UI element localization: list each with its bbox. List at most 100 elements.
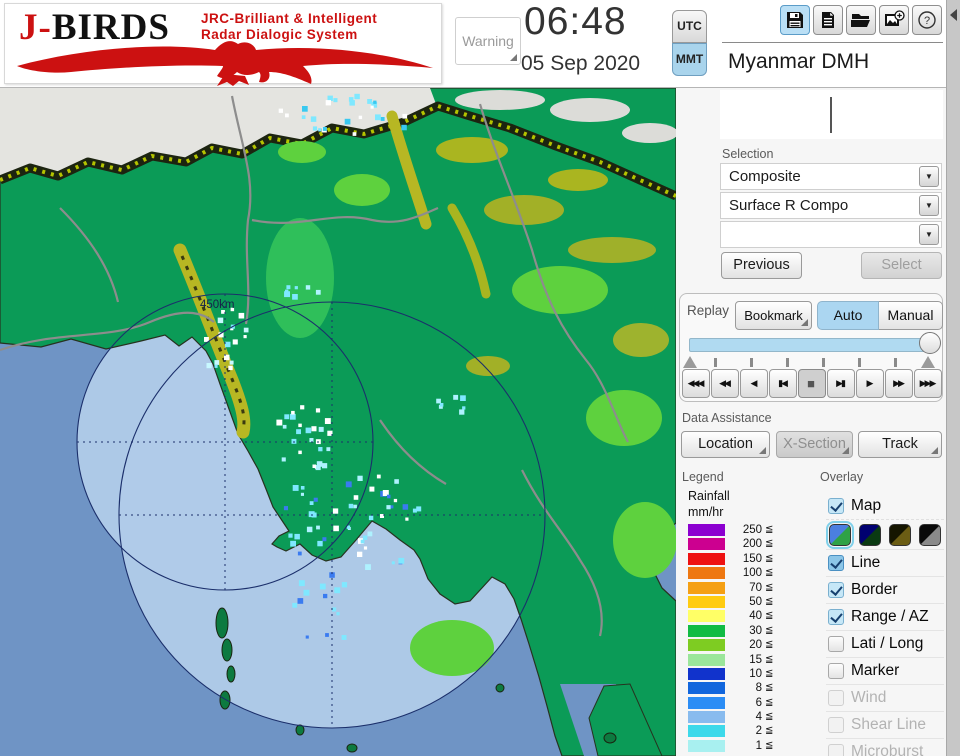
product-dropdown-3[interactable]: ▼	[720, 221, 942, 248]
checkbox-range-az[interactable]	[828, 609, 844, 625]
mmt-toggle-button[interactable]: MMT	[672, 43, 707, 76]
chevron-down-icon[interactable]: ▼	[919, 195, 939, 216]
legend-color-swatch	[688, 682, 725, 695]
checkbox-marker[interactable]	[828, 663, 844, 679]
chevron-down-icon[interactable]: ▼	[919, 224, 939, 245]
legend-leq-symbol: ≦	[765, 667, 774, 679]
step-forward-button[interactable]: ▶▮	[827, 369, 855, 398]
legend-unit: mm/hr	[688, 505, 724, 519]
legend-leq-symbol: ≦	[765, 739, 774, 751]
overlay-row-border[interactable]: Border	[826, 576, 944, 603]
chevron-down-icon[interactable]: ▼	[919, 166, 939, 187]
fast-forward-button[interactable]: ▶▶	[885, 369, 913, 398]
panel-collapse-strip[interactable]	[946, 0, 960, 756]
overlay-row-microburst[interactable]: Microburst	[826, 738, 944, 756]
clock-time: 06:48	[524, 0, 627, 43]
save-button[interactable]	[780, 5, 810, 35]
legend-leq-symbol: ≦	[765, 610, 774, 622]
open-folder-button[interactable]	[846, 5, 876, 35]
product-dropdown-2[interactable]: Surface R Compo ▼	[720, 192, 942, 219]
legend-leq-symbol: ≦	[765, 552, 774, 564]
bookmark-button[interactable]: Bookmark	[735, 301, 812, 330]
previous-button[interactable]: Previous	[721, 252, 802, 279]
xsection-button[interactable]: X-Section	[776, 431, 853, 458]
auto-mode-button[interactable]: Auto	[817, 301, 879, 330]
open-folder-icon	[851, 14, 870, 27]
slider-tick	[822, 358, 825, 367]
warning-button[interactable]: Warning	[455, 17, 521, 65]
legend-row: 250 ≦	[688, 523, 783, 537]
checkbox-wind	[828, 690, 844, 706]
legend-leq-symbol: ≦	[765, 639, 774, 651]
legend-value: 40	[749, 610, 762, 623]
legend-value: 1	[755, 739, 762, 752]
utc-toggle-button[interactable]: UTC	[672, 10, 707, 43]
legend-leq-symbol: ≦	[765, 653, 774, 665]
print-button[interactable]	[813, 5, 843, 35]
map-style-swatch-1[interactable]	[826, 520, 854, 549]
legend-value: 4	[755, 711, 762, 724]
map-style-swatch-3[interactable]	[889, 523, 911, 546]
radar-map[interactable]: 450km	[0, 87, 678, 756]
legend-value: 10	[749, 667, 762, 680]
map-style-selector	[826, 519, 944, 549]
legend-color-swatch	[688, 610, 725, 623]
play-button[interactable]: ▶	[856, 369, 884, 398]
data-assistance-label: Data Assistance	[682, 411, 772, 425]
legend-row: 4 ≦	[688, 710, 783, 724]
checkbox-line[interactable]	[828, 555, 844, 571]
map-style-swatch-2[interactable]	[859, 523, 881, 546]
checkbox-map[interactable]	[828, 497, 844, 514]
product-dropdown-2-value: Surface R Compo	[729, 197, 849, 214]
overlay-row-marker[interactable]: Marker	[826, 657, 944, 684]
eagle-logo-icon	[17, 41, 433, 86]
svg-text:?: ?	[924, 15, 930, 27]
play-reverse-button[interactable]: ◀	[740, 369, 768, 398]
checkbox-border[interactable]	[828, 582, 844, 598]
overlay-row-line[interactable]: Line	[826, 549, 944, 576]
header-separator	[722, 42, 943, 43]
step-back-button[interactable]: ▮◀	[769, 369, 797, 398]
overlay-row-lati-long[interactable]: Lati / Long	[826, 630, 944, 657]
legend-color-swatch	[688, 739, 725, 752]
stop-button[interactable]: ■	[798, 369, 826, 398]
help-button[interactable]: ?	[912, 5, 942, 35]
legend-value: 50	[749, 595, 762, 608]
legend-leq-symbol: ≦	[765, 595, 774, 607]
location-button[interactable]: Location	[681, 431, 770, 458]
legend-row: 200 ≦	[688, 537, 783, 551]
fastest-rewind-button[interactable]: ◀◀◀	[682, 369, 710, 398]
legend-value: 2	[755, 725, 762, 738]
legend-value: 150	[742, 552, 762, 565]
slider-tick	[750, 358, 753, 367]
replay-timeline-slider[interactable]	[689, 338, 935, 352]
legend-row: 20 ≦	[688, 638, 783, 652]
legend-leq-symbol: ≦	[765, 682, 774, 694]
capture-image-icon	[885, 10, 905, 26]
replay-slider-handle[interactable]	[919, 332, 941, 354]
legend-row: 100 ≦	[688, 566, 783, 580]
legend-leq-symbol: ≦	[765, 725, 774, 737]
slider-tick	[786, 358, 789, 367]
fastest-forward-button[interactable]: ▶▶▶	[914, 369, 942, 398]
capture-image-button[interactable]	[879, 5, 909, 35]
overlay-row-range-az[interactable]: Range / AZ	[826, 603, 944, 630]
product-dropdown-1[interactable]: Composite ▼	[720, 163, 942, 190]
legend-row: 150 ≦	[688, 552, 783, 566]
print-icon	[822, 12, 834, 28]
legend-leq-symbol: ≦	[765, 581, 774, 593]
fast-rewind-button[interactable]: ◀◀	[711, 369, 739, 398]
legend-value: 6	[755, 696, 762, 709]
range-ring-label: 450km	[200, 299, 235, 311]
overlay-row-wind[interactable]: Wind	[826, 684, 944, 711]
checkbox-lati-long[interactable]	[828, 636, 844, 652]
station-input[interactable]	[720, 90, 943, 139]
map-style-swatch-4[interactable]	[919, 523, 941, 546]
overlay-row-map[interactable]: Map	[826, 492, 944, 519]
overlay-row-shear-line[interactable]: Shear Line	[826, 711, 944, 738]
manual-mode-button[interactable]: Manual	[879, 301, 943, 330]
track-button[interactable]: Track	[858, 431, 942, 458]
legend-color-swatch	[688, 711, 725, 724]
overlay-item-label: Range / AZ	[851, 608, 929, 625]
overlay-item-label: Map	[851, 496, 882, 514]
